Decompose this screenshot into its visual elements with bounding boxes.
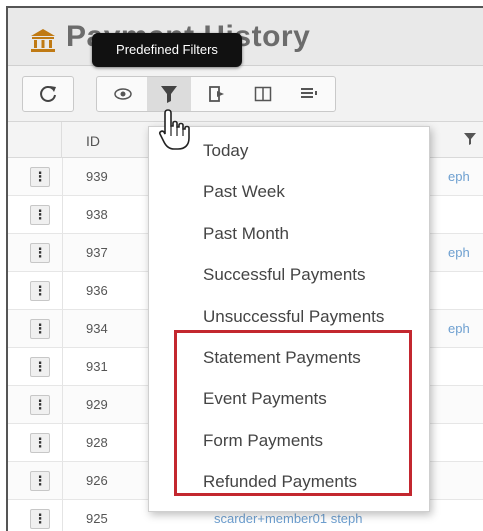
row-id: 939 xyxy=(86,169,108,184)
row-action-button[interactable]: ⋮ xyxy=(30,357,50,377)
columns-icon xyxy=(254,86,272,102)
funnel-icon xyxy=(161,86,177,103)
row-action-button[interactable]: ⋮ xyxy=(30,319,50,339)
row-action-button[interactable]: ⋮ xyxy=(30,167,50,187)
columns-button[interactable] xyxy=(243,77,283,111)
refresh-button[interactable] xyxy=(22,76,74,112)
menu-item-successful-payments[interactable]: Successful Payments xyxy=(203,265,366,285)
menu-item-unsuccessful-payments[interactable]: Unsuccessful Payments xyxy=(203,307,384,327)
eye-icon xyxy=(114,88,132,100)
menu-item-past-week[interactable]: Past Week xyxy=(203,182,285,202)
export-button[interactable] xyxy=(197,77,237,111)
row-id: 934 xyxy=(86,321,108,336)
toolbar xyxy=(8,66,483,122)
row-action-button[interactable]: ⋮ xyxy=(30,471,50,491)
bank-icon xyxy=(31,29,55,52)
filters-highlight-box xyxy=(174,330,412,496)
menu-item-today[interactable]: Today xyxy=(203,141,248,161)
title-bar: Payment History xyxy=(8,8,483,66)
row-id: 928 xyxy=(86,435,108,450)
row-action-button[interactable]: ⋮ xyxy=(30,509,50,529)
row-id: 926 xyxy=(86,473,108,488)
row-action-button[interactable]: ⋮ xyxy=(30,433,50,453)
header-action-cell xyxy=(8,122,62,158)
show-hide-button[interactable] xyxy=(103,77,143,111)
refresh-icon xyxy=(40,86,56,102)
row-id: 937 xyxy=(86,245,108,260)
predefined-filters-button[interactable] xyxy=(147,77,191,111)
row-id: 925 xyxy=(86,511,108,526)
row-action-button[interactable]: ⋮ xyxy=(30,395,50,415)
row-user[interactable]: eph xyxy=(448,169,470,184)
row-user[interactable]: scarder+member01 steph xyxy=(214,511,363,526)
row-action-button[interactable]: ⋮ xyxy=(30,205,50,225)
row-id: 938 xyxy=(86,207,108,222)
row-user[interactable]: eph xyxy=(448,321,470,336)
column-filter-icon[interactable] xyxy=(464,132,476,146)
row-id: 936 xyxy=(86,283,108,298)
column-header-id[interactable]: ID xyxy=(86,133,100,149)
predefined-filters-tooltip: Predefined Filters xyxy=(92,33,242,67)
toolbar-button-group xyxy=(96,76,336,112)
row-action-button[interactable]: ⋮ xyxy=(30,243,50,263)
row-user[interactable]: eph xyxy=(448,245,470,260)
row-id: 931 xyxy=(86,359,108,374)
export-icon xyxy=(209,86,224,102)
list-icon xyxy=(301,88,317,98)
list-view-button[interactable] xyxy=(289,77,329,111)
row-id: 929 xyxy=(86,397,108,412)
menu-item-past-month[interactable]: Past Month xyxy=(203,224,289,244)
hand-cursor-icon xyxy=(159,109,190,150)
row-action-button[interactable]: ⋮ xyxy=(30,281,50,301)
